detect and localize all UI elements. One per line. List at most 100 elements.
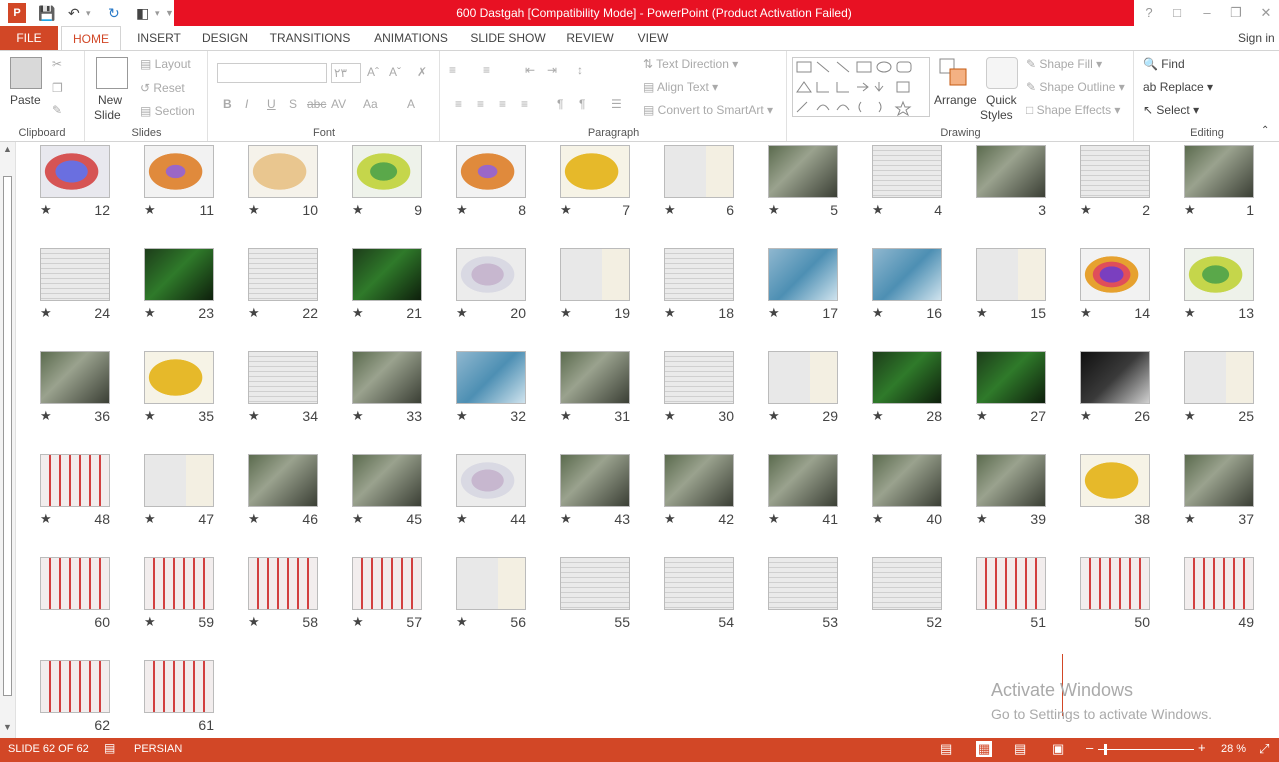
transition-star-icon[interactable]: ★ [248,408,260,424]
reading-view-icon[interactable]: ▤ [1014,741,1026,757]
transition-star-icon[interactable]: ★ [1184,511,1196,527]
transition-star-icon[interactable]: ★ [456,511,468,527]
transition-star-icon[interactable]: ★ [456,408,468,424]
transition-star-icon[interactable]: ★ [1184,202,1196,218]
shape-outline-button[interactable]: ✎ Shape Outline ▾ [1026,80,1125,94]
ltr-icon[interactable]: ¶ [557,97,563,111]
tab-slide-show[interactable]: SLIDE SHOW [468,26,548,50]
transition-star-icon[interactable]: ★ [456,614,468,630]
slide-thumbnail[interactable] [560,557,630,610]
slide-thumbnail[interactable] [664,248,734,301]
slide-thumbnail[interactable] [1184,557,1254,610]
align-center-icon[interactable]: ≡ [477,97,484,111]
tab-view[interactable]: VIEW [632,26,674,50]
transition-star-icon[interactable]: ★ [768,202,780,218]
copy-icon[interactable]: ❐ [52,81,63,95]
transition-star-icon[interactable]: ★ [40,305,52,321]
slide-thumbnail[interactable] [40,557,110,610]
slide-thumbnail[interactable] [1080,145,1150,198]
slide-thumbnail[interactable] [1080,454,1150,507]
italic-icon[interactable]: I [245,97,248,111]
justify-icon[interactable]: ≡ [521,97,528,111]
slide-thumbnail[interactable] [768,145,838,198]
transition-star-icon[interactable]: ★ [768,408,780,424]
tab-insert[interactable]: INSERT [134,26,184,50]
slide-thumbnail[interactable] [144,145,214,198]
transition-star-icon[interactable]: ★ [248,511,260,527]
change-case-icon[interactable]: Aa [363,97,378,111]
start-from-beginning-icon[interactable]: ◧ [136,3,149,23]
smartart-button[interactable]: ▤ Convert to SmartArt ▾ [643,103,773,117]
tab-animations[interactable]: ANIMATIONS [368,26,454,50]
transition-star-icon[interactable]: ★ [664,511,676,527]
tab-review[interactable]: REVIEW [562,26,618,50]
transition-star-icon[interactable]: ★ [456,202,468,218]
transition-star-icon[interactable]: ★ [560,305,572,321]
slide-thumbnail[interactable] [248,145,318,198]
slide-thumbnail[interactable] [144,557,214,610]
section-button[interactable]: ▤ Section [140,104,195,118]
transition-star-icon[interactable]: ★ [664,202,676,218]
slide-thumbnail[interactable] [560,454,630,507]
scroll-down-icon[interactable]: ▼ [3,722,12,732]
transition-star-icon[interactable]: ★ [144,614,156,630]
slide-thumbnail[interactable] [1080,351,1150,404]
vertical-scrollbar[interactable]: ▲ ▼ [0,142,16,738]
arrange-icon[interactable] [938,57,970,89]
slide-thumbnail[interactable] [560,351,630,404]
undo-dropdown-icon[interactable]: ▾ [86,3,91,23]
transition-star-icon[interactable]: ★ [352,202,364,218]
slide-thumbnail[interactable] [352,145,422,198]
slide-thumbnail[interactable] [1184,454,1254,507]
slide-thumbnail[interactable] [768,454,838,507]
transition-star-icon[interactable]: ★ [144,202,156,218]
slide-thumbnail[interactable] [768,557,838,610]
font-color-icon[interactable]: A [407,97,415,111]
transition-star-icon[interactable]: ★ [976,511,988,527]
transition-star-icon[interactable]: ★ [352,305,364,321]
align-left-icon[interactable]: ≡ [455,97,462,111]
slide-thumbnail[interactable] [40,145,110,198]
help-icon[interactable]: ? [1138,3,1160,23]
fit-to-window-icon[interactable]: ⤢ [1259,741,1269,757]
transition-star-icon[interactable]: ★ [144,511,156,527]
slide-thumbnail[interactable] [144,660,214,713]
transition-star-icon[interactable]: ★ [872,511,884,527]
font-size-box[interactable]: ۲۳ [331,63,361,83]
transition-star-icon[interactable]: ★ [976,408,988,424]
slide-thumbnail[interactable] [664,145,734,198]
slide-thumbnail[interactable] [872,351,942,404]
cut-icon[interactable]: ✂ [52,57,62,71]
transition-star-icon[interactable]: ★ [560,408,572,424]
slide-thumbnail[interactable] [872,145,942,198]
slide-thumbnail[interactable] [768,248,838,301]
slide-thumbnail[interactable] [456,248,526,301]
tab-home[interactable]: HOME [61,26,121,51]
undo-icon[interactable]: ↶ [68,3,80,23]
slide-thumbnail[interactable] [40,660,110,713]
shape-effects-button[interactable]: □ Shape Effects ▾ [1026,103,1120,117]
slide-thumbnail[interactable] [144,248,214,301]
new-slide-button[interactable]: New [98,93,122,107]
slide-thumbnail[interactable] [144,351,214,404]
transition-star-icon[interactable]: ★ [664,305,676,321]
transition-star-icon[interactable]: ★ [144,408,156,424]
transition-star-icon[interactable]: ★ [456,305,468,321]
slide-thumbnail[interactable] [352,351,422,404]
columns-icon[interactable]: ☰ [611,97,622,111]
font-name-box[interactable] [217,63,327,83]
slide-thumbnail[interactable] [976,557,1046,610]
slide-thumbnail[interactable] [144,454,214,507]
slide-thumbnail[interactable] [1184,145,1254,198]
collapse-ribbon-icon[interactable]: ⌃ [1261,125,1269,136]
transition-star-icon[interactable]: ★ [352,511,364,527]
numbering-icon[interactable]: ≡ [483,63,490,77]
transition-star-icon[interactable]: ★ [248,202,260,218]
slide-thumbnail[interactable] [768,351,838,404]
transition-star-icon[interactable]: ★ [352,408,364,424]
quick-styles-icon[interactable] [986,57,1018,89]
scrollbar-thumb[interactable] [3,176,12,696]
align-right-icon[interactable]: ≡ [499,97,506,111]
tab-design[interactable]: DESIGN [198,26,252,50]
zoom-in-icon[interactable]: + [1198,740,1206,755]
